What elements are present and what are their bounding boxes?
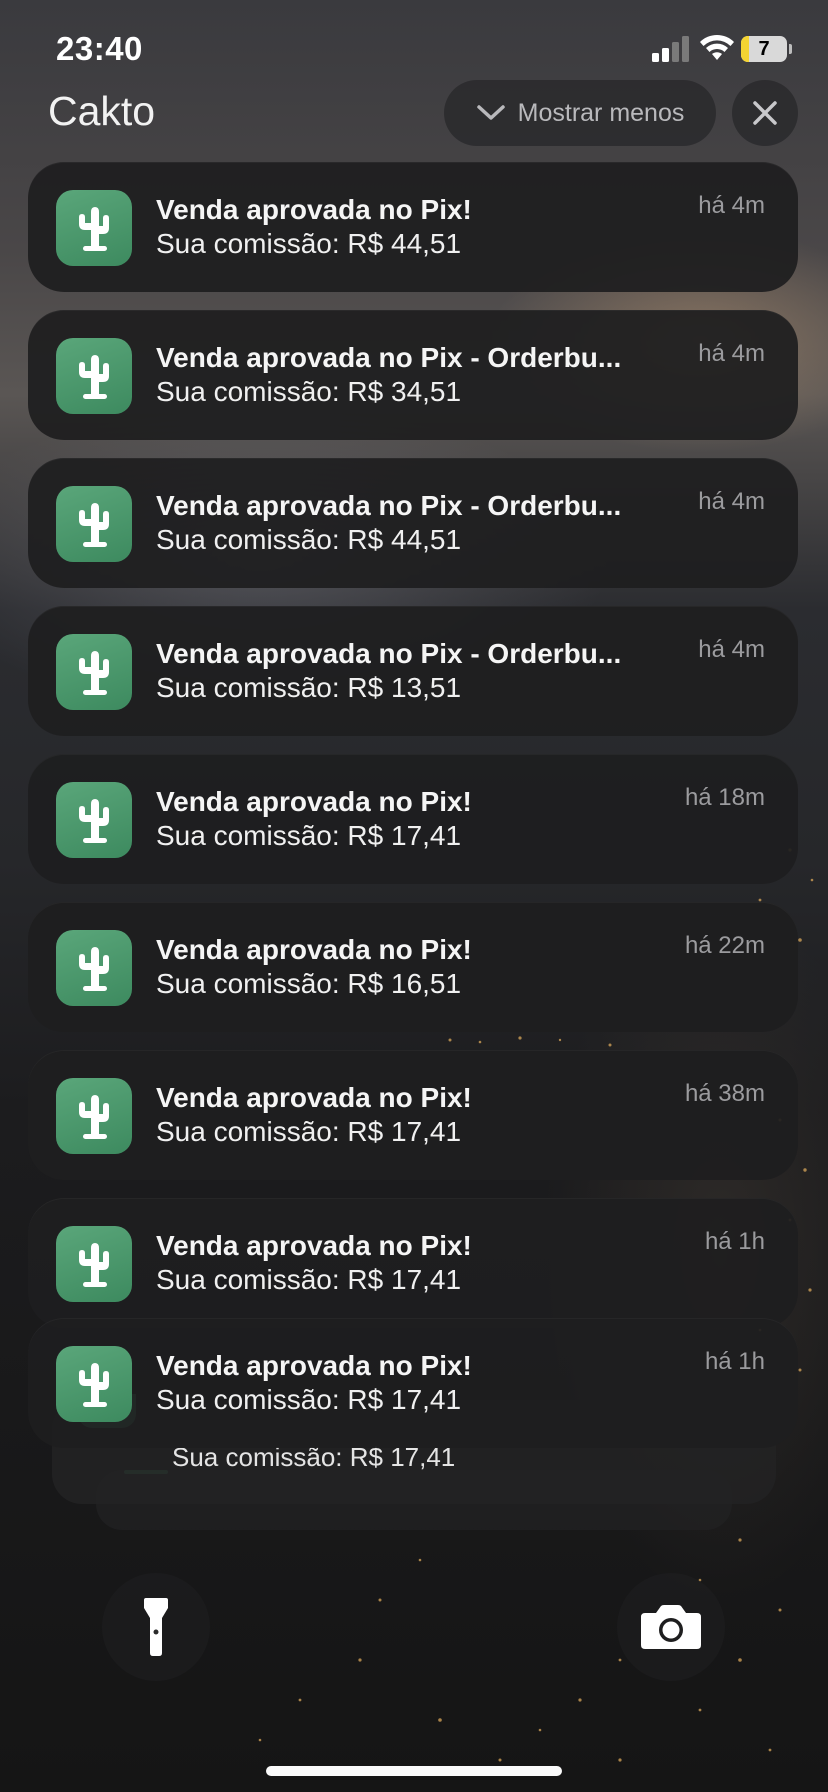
cactus-icon [56, 1226, 132, 1302]
notification-title: Venda aprovada no Pix! [156, 1230, 472, 1261]
cactus-icon [56, 190, 132, 266]
status-time: 23:40 [56, 30, 143, 67]
notification-title: Venda aprovada no Pix - Orderbu... [156, 490, 622, 521]
notification-title: Venda aprovada no Pix - Orderbu... [156, 638, 622, 669]
notification-card[interactable]: Venda aprovada no Pix - Orderbu... Sua c… [28, 310, 798, 440]
show-less-button[interactable]: Mostrar menos [444, 80, 716, 146]
notification-card[interactable]: Venda aprovada no Pix! Sua comissão: R$ … [28, 1318, 798, 1448]
notification-title: Venda aprovada no Pix! [156, 194, 472, 225]
notification-time: há 1h [704, 1228, 765, 1255]
notification-title: Venda aprovada no Pix! [156, 1082, 472, 1113]
flashlight-icon [144, 1598, 168, 1656]
clear-group-button[interactable] [732, 80, 798, 146]
cactus-icon [56, 782, 132, 858]
notification-card[interactable]: Venda aprovada no Pix - Orderbu... Sua c… [28, 458, 798, 588]
home-indicator[interactable] [266, 1766, 562, 1776]
camera-icon [641, 1605, 701, 1649]
notification-title: Venda aprovada no Pix - Orderbu... [156, 342, 622, 373]
notification-time: há 38m [684, 1080, 765, 1107]
notification-body: Sua comissão: R$ 17,41 [156, 820, 462, 851]
cactus-icon [56, 930, 132, 1006]
notification-time: há 18m [684, 784, 765, 811]
notification-time: há 4m [698, 192, 765, 219]
notification-card[interactable]: Venda aprovada no Pix! Sua comissão: R$ … [28, 162, 798, 292]
cactus-icon [56, 338, 132, 414]
camera-button[interactable] [617, 1573, 725, 1681]
notification-body: Sua comissão: R$ 34,51 [156, 376, 462, 407]
status-bar: 23:40 7 [0, 0, 828, 100]
cactus-icon [56, 1078, 132, 1154]
wifi-icon [700, 34, 734, 60]
battery-icon: 7 [741, 36, 787, 62]
notification-title: Venda aprovada no Pix! [156, 934, 472, 965]
notification-card[interactable]: Venda aprovada no Pix! Sua comissão: R$ … [28, 1050, 798, 1180]
close-icon [753, 101, 777, 125]
notification-card[interactable]: Venda aprovada no Pix! Sua comissão: R$ … [28, 754, 798, 884]
notification-card[interactable]: Venda aprovada no Pix - Orderbu... Sua c… [28, 606, 798, 736]
notification-card[interactable]: Venda aprovada no Pix! Sua comissão: R$ … [28, 902, 798, 1032]
notification-group-title: Cakto [48, 88, 156, 134]
notification-title: Venda aprovada no Pix! [156, 786, 472, 817]
show-less-label: Mostrar menos [517, 98, 685, 127]
notification-title: Venda aprovada no Pix! [156, 1350, 472, 1381]
notification-time: há 22m [684, 932, 765, 959]
cellular-signal-icon [652, 36, 689, 62]
notification-time: há 4m [698, 488, 765, 515]
battery-tip [789, 44, 792, 54]
notification-body: Sua comissão: R$ 44,51 [156, 228, 462, 259]
notification-time: há 4m [698, 636, 765, 663]
cactus-icon [56, 486, 132, 562]
notification-body: Sua comissão: R$ 17,41 [156, 1116, 462, 1147]
cactus-icon [56, 634, 132, 710]
cactus-icon [56, 1346, 132, 1422]
notification-time: há 4m [698, 340, 765, 367]
notification-body: Sua comissão: R$ 44,51 [156, 524, 462, 555]
notification-body: Sua comissão: R$ 13,51 [156, 672, 462, 703]
notification-body: Sua comissão: R$ 16,51 [156, 968, 462, 999]
flashlight-button[interactable] [102, 1573, 210, 1681]
notification-body: Sua comissão: R$ 17,41 [156, 1384, 462, 1415]
notification-time: há 1h [704, 1348, 765, 1375]
chevron-down-icon [476, 105, 505, 120]
battery-percentage: 7 [758, 38, 770, 60]
notification-card[interactable]: Venda aprovada no Pix! Sua comissão: R$ … [28, 1198, 798, 1328]
notification-body: Sua comissão: R$ 17,41 [156, 1264, 462, 1295]
battery-indicator: 7 [741, 36, 793, 62]
